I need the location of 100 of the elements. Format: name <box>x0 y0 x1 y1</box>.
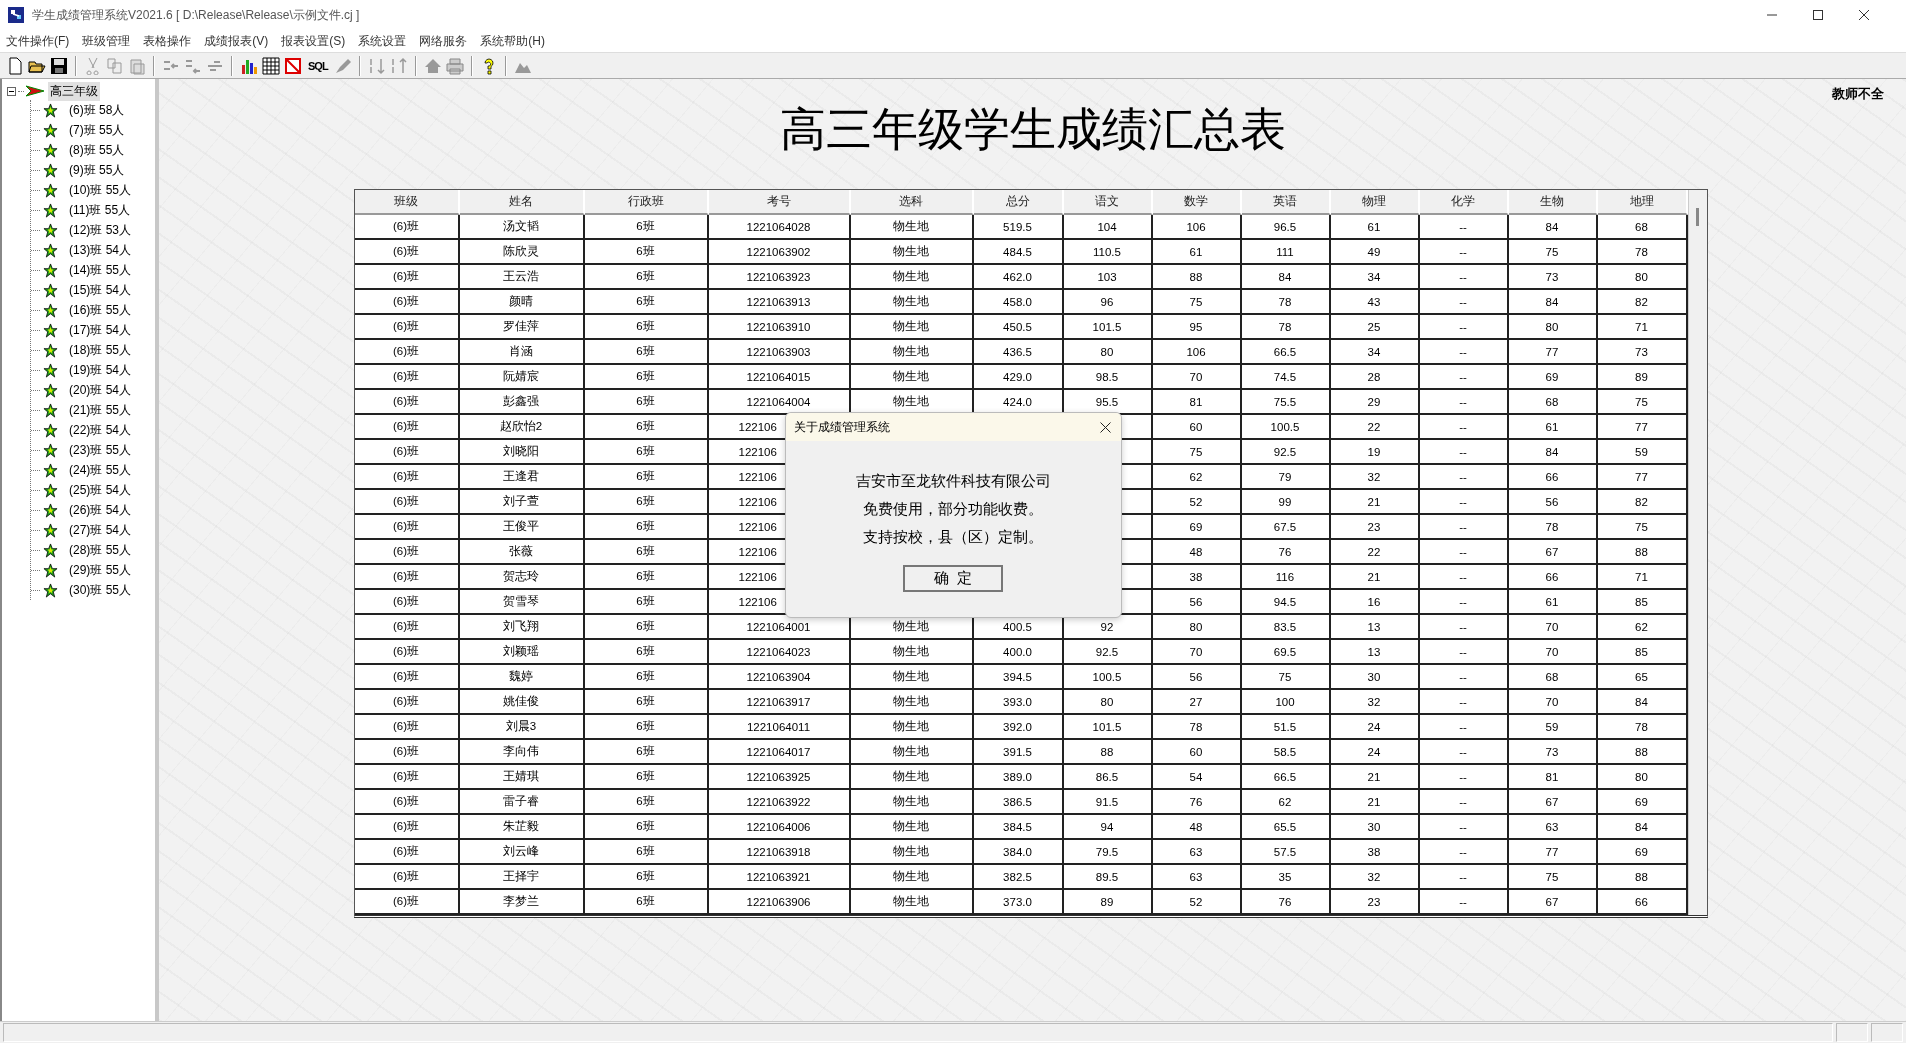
table-cell: 70 <box>1152 640 1242 665</box>
close-icon[interactable] <box>1858 9 1870 21</box>
menu-item[interactable]: 系统帮助(H) <box>480 32 545 50</box>
menu-item[interactable]: 网络服务 <box>419 32 468 50</box>
tree-item[interactable]: (25)班 54人 <box>67 480 134 500</box>
tree-item[interactable]: (16)班 55人 <box>67 300 134 320</box>
sql-button[interactable]: SQL <box>306 59 330 72</box>
table-cell: 6班 <box>584 640 709 665</box>
table-cell: 96 <box>1063 290 1153 315</box>
star-icon <box>43 582 58 598</box>
table-cell: 116 <box>1241 565 1331 590</box>
tree-item[interactable]: (28)班 55人 <box>67 540 134 560</box>
home-icon[interactable] <box>423 56 442 75</box>
sort-ascending-icon[interactable] <box>367 56 386 75</box>
collapse-toggle-icon[interactable] <box>7 86 16 96</box>
column-header[interactable]: 化学 <box>1419 190 1509 215</box>
tree-item[interactable]: (30)班 55人 <box>67 580 134 600</box>
column-header[interactable]: 总分 <box>973 190 1064 215</box>
tree-item[interactable]: (10)班 55人 <box>67 180 134 200</box>
table-cell: 王择宇 <box>459 865 585 890</box>
tree-item[interactable]: (15)班 54人 <box>67 280 134 300</box>
tree-item[interactable]: (26)班 54人 <box>67 500 134 520</box>
table-cell: 物生地 <box>850 815 974 840</box>
table-cell: -- <box>1419 565 1509 590</box>
table-cell: 6班 <box>584 415 709 440</box>
tree-item[interactable]: (24)班 55人 <box>67 460 134 480</box>
grid-icon[interactable] <box>262 56 280 75</box>
column-header[interactable]: 生物 <box>1508 190 1598 215</box>
tree-item[interactable]: (23)班 55人 <box>67 440 134 460</box>
star-icon <box>43 502 58 518</box>
tree-item[interactable]: 高三年级 <box>48 81 100 101</box>
table-cell: 6班 <box>584 715 709 740</box>
table-cell: 84 <box>1508 215 1598 240</box>
paste-icon[interactable] <box>128 56 146 75</box>
menu-item[interactable]: 班级管理 <box>82 32 131 50</box>
tree-item[interactable]: (17)班 54人 <box>67 320 134 340</box>
menu-item[interactable]: 报表设置(S) <box>281 32 346 50</box>
table-cell: 罗佳萍 <box>459 315 585 340</box>
tree-item[interactable]: (18)班 55人 <box>67 340 134 360</box>
tree-item[interactable]: (12)班 53人 <box>67 220 134 240</box>
save-icon[interactable] <box>50 56 68 75</box>
table-cell: 77 <box>1508 840 1598 865</box>
table-cell: -- <box>1419 215 1509 240</box>
star-icon <box>43 542 58 558</box>
column-header[interactable]: 英语 <box>1241 190 1331 215</box>
column-header[interactable]: 语文 <box>1063 190 1153 215</box>
tree-item[interactable]: (11)班 55人 <box>67 200 133 220</box>
tree-item[interactable]: (13)班 54人 <box>67 240 134 260</box>
column-header[interactable]: 行政班 <box>584 190 709 215</box>
tree-item[interactable]: (21)班 55人 <box>67 400 134 420</box>
column-header[interactable]: 选科 <box>850 190 974 215</box>
tree-item[interactable]: (9)班 55人 <box>67 160 127 180</box>
tree-item[interactable]: (20)班 54人 <box>67 380 134 400</box>
new-file-icon[interactable] <box>6 56 24 75</box>
print-icon[interactable] <box>445 56 464 75</box>
tree-item[interactable]: (8)班 55人 <box>67 140 127 160</box>
table-cell: 77 <box>1508 340 1598 365</box>
table-cell: 27 <box>1152 690 1242 715</box>
tree-item[interactable]: (7)班 55人 <box>67 120 127 140</box>
cut-icon[interactable] <box>84 56 102 75</box>
table-cell: -- <box>1419 715 1509 740</box>
app-icon <box>8 7 24 23</box>
sort-descending-icon[interactable] <box>389 56 408 75</box>
table-cell: 80 <box>1152 615 1242 640</box>
menu-item[interactable]: 表格操作 <box>143 32 192 50</box>
table-cell: -- <box>1419 815 1509 840</box>
table-cell: 13 <box>1330 615 1420 640</box>
maximize-icon[interactable] <box>1812 9 1824 21</box>
tree-item[interactable]: (6)班 58人 <box>67 100 127 120</box>
close-icon[interactable] <box>1099 421 1111 433</box>
table-cell: 94.5 <box>1241 590 1331 615</box>
table-cell: 450.5 <box>973 315 1064 340</box>
column-header[interactable]: 数学 <box>1152 190 1242 215</box>
table-cell: 王婧琪 <box>459 765 585 790</box>
copy-icon[interactable] <box>106 56 124 75</box>
table-cell: 6班 <box>584 290 709 315</box>
tree-item[interactable]: (14)班 55人 <box>67 260 134 280</box>
tree-item[interactable]: (22)班 54人 <box>67 420 134 440</box>
menu-item[interactable]: 文件操作(F) <box>6 32 70 50</box>
tree-item[interactable]: (27)班 54人 <box>67 520 134 540</box>
pen-icon[interactable] <box>333 56 352 75</box>
table-cell: 32 <box>1330 465 1420 490</box>
menu-item[interactable]: 系统设置 <box>358 32 407 50</box>
column-header[interactable]: 考号 <box>708 190 851 215</box>
table-cell: 1221063917 <box>708 690 851 715</box>
table-cell: 110.5 <box>1063 240 1153 265</box>
table-cell: 80 <box>1063 690 1153 715</box>
column-header[interactable]: 物理 <box>1330 190 1420 215</box>
table-cell: 34 <box>1330 340 1420 365</box>
table-cell: 29 <box>1330 390 1420 415</box>
table-cell: 92.5 <box>1063 640 1153 665</box>
column-header[interactable]: 班级 <box>354 190 460 215</box>
menu-item[interactable]: 成绩报表(V) <box>204 32 269 50</box>
column-header[interactable]: 姓名 <box>459 190 585 215</box>
table-cell: 382.5 <box>973 865 1064 890</box>
status-panel <box>1871 1023 1903 1042</box>
ok-button[interactable]: 确 定 <box>903 565 1003 592</box>
column-header[interactable]: 地理 <box>1597 190 1688 215</box>
tree-item[interactable]: (29)班 55人 <box>67 560 134 580</box>
tree-item[interactable]: (19)班 54人 <box>67 360 134 380</box>
